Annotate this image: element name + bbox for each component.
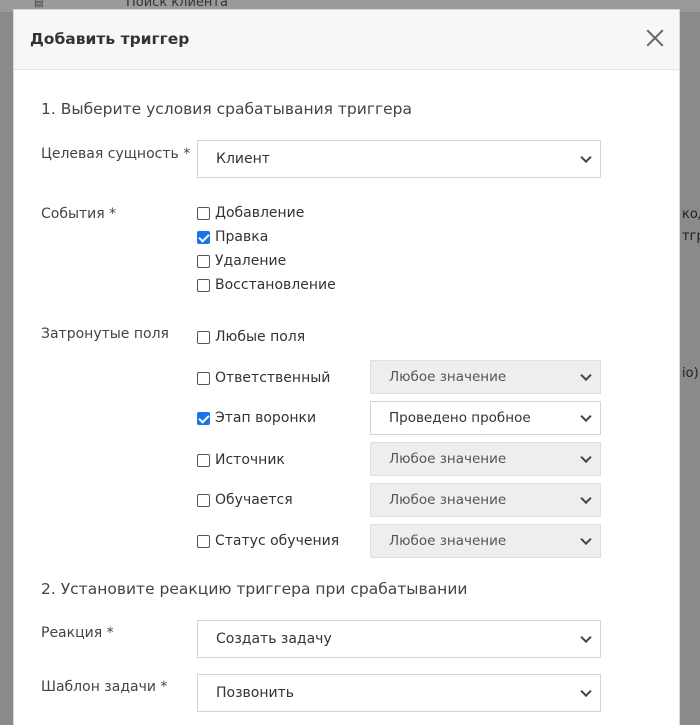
checkbox-label: Источник — [215, 452, 285, 468]
select-value: Проведено пробное — [389, 410, 531, 426]
checkbox-label: Статус обучения — [215, 533, 340, 549]
checkbox[interactable] — [197, 330, 210, 344]
chevron-down-icon — [580, 685, 592, 698]
field-checkbox-studying[interactable]: Обучается — [197, 492, 293, 508]
select-value: Любое значение — [389, 533, 507, 549]
background-text: io) — [682, 366, 699, 381]
affected-fields-label: Затронутые поля — [41, 326, 169, 342]
checkbox-label: Этап воронки — [215, 410, 317, 426]
field-value-select-studying: Любое значение — [370, 483, 601, 517]
background-text: тгр — [682, 229, 700, 244]
chevron-down-icon — [580, 533, 592, 546]
select-value: Любое значение — [389, 492, 507, 508]
checkbox-checked[interactable] — [197, 411, 210, 425]
chevron-down-icon — [580, 492, 592, 505]
close-icon[interactable] — [644, 27, 666, 49]
checkbox-label: Любые поля — [215, 329, 306, 345]
checkbox[interactable] — [197, 534, 210, 548]
checkbox[interactable] — [197, 254, 210, 268]
field-checkbox-responsible[interactable]: Ответственный — [197, 370, 330, 386]
select-value: Любое значение — [389, 369, 507, 385]
task-template-select[interactable]: Позвонить — [197, 674, 601, 712]
reaction-value: Создать задачу — [216, 631, 332, 647]
select-value: Любое значение — [389, 451, 507, 467]
checkbox-label: Обучается — [215, 492, 293, 508]
checkbox-label: Восстановление — [215, 277, 336, 293]
section-conditions-title: 1. Выберите условия срабатывания триггер… — [41, 100, 413, 118]
event-checkbox-restore[interactable]: Восстановление — [197, 277, 336, 293]
dialog-title: Добавить триггер — [30, 30, 190, 48]
checkbox-label: Ответственный — [215, 370, 331, 386]
checkbox[interactable] — [197, 493, 210, 507]
chevron-down-icon — [580, 369, 592, 382]
event-checkbox-delete[interactable]: Удаление — [197, 253, 286, 269]
target-entity-select[interactable]: Клиент — [197, 140, 601, 178]
background-menu-icon: ▤ — [34, 0, 44, 9]
chevron-down-icon — [580, 631, 592, 644]
field-checkbox-any[interactable]: Любые поля — [197, 329, 305, 345]
field-value-select-source: Любое значение — [370, 442, 601, 476]
section-reaction-title: 2. Установите реакцию триггера при сраба… — [41, 580, 468, 598]
reaction-label: Реакция * — [41, 625, 114, 641]
field-value-select-study-status: Любое значение — [370, 524, 601, 558]
task-template-value: Позвонить — [216, 685, 295, 701]
checkbox-label: Правка — [215, 229, 269, 245]
chevron-down-icon — [580, 451, 592, 464]
event-checkbox-edit[interactable]: Правка — [197, 229, 268, 245]
checkbox[interactable] — [197, 371, 210, 385]
chevron-down-icon — [580, 151, 592, 164]
checkbox-checked[interactable] — [197, 230, 210, 244]
field-checkbox-source[interactable]: Источник — [197, 452, 285, 468]
task-template-label: Шаблон задачи * — [41, 679, 168, 695]
add-trigger-dialog: Добавить триггер 1. Выберите условия сра… — [13, 9, 680, 725]
checkbox[interactable] — [197, 453, 210, 467]
reaction-select[interactable]: Создать задачу — [197, 620, 601, 658]
events-label: События * — [41, 206, 117, 222]
dialog-header: Добавить триггер — [14, 10, 679, 70]
checkbox-label: Удаление — [215, 253, 287, 269]
checkbox[interactable] — [197, 206, 210, 220]
field-value-select-responsible: Любое значение — [370, 360, 601, 394]
field-checkbox-study-status[interactable]: Статус обучения — [197, 533, 339, 549]
target-entity-label: Целевая сущность * — [41, 146, 191, 162]
background-text: код — [682, 207, 700, 222]
chevron-down-icon — [580, 410, 592, 423]
field-value-select-funnel-stage[interactable]: Проведено пробное — [370, 401, 601, 435]
event-checkbox-add[interactable]: Добавление — [197, 205, 304, 221]
checkbox-label: Добавление — [215, 205, 305, 221]
field-checkbox-funnel-stage[interactable]: Этап воронки — [197, 410, 316, 426]
checkbox[interactable] — [197, 278, 210, 292]
target-entity-value: Клиент — [216, 151, 270, 167]
